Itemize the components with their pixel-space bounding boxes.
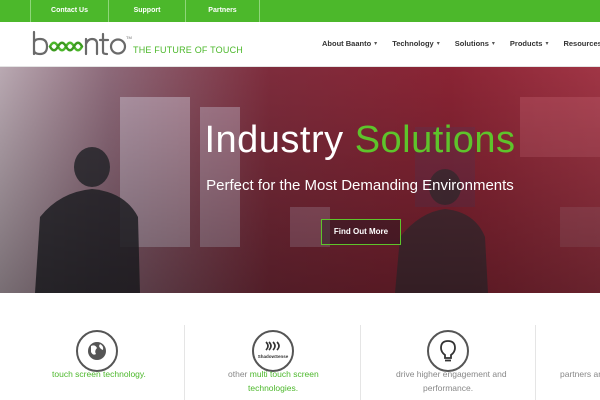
feature-link[interactable]: technologies.	[248, 381, 298, 395]
feature-divider	[535, 325, 536, 400]
hero-subtitle: Perfect for the Most Demanding Environme…	[206, 177, 514, 194]
feature-divider	[184, 325, 185, 400]
nav-item-label: Products	[509, 39, 543, 48]
nav-item-label: Resources	[563, 39, 600, 48]
globe-icon	[76, 330, 118, 372]
nav-item-products[interactable]: Products ▾	[510, 39, 549, 48]
site-header: baanto TM THE FUTURE OF TOUCH About Baan…	[0, 22, 600, 67]
lightbulb-icon	[427, 330, 469, 372]
hero-banner: Industry Solutions Perfect for the Most …	[0, 67, 600, 293]
feature-text: partners and	[560, 369, 600, 379]
find-out-more-button[interactable]: Find Out More	[321, 219, 401, 245]
tagline: THE FUTURE OF TOUCH	[133, 45, 243, 55]
feature-text: drive higher engagement and	[396, 369, 507, 379]
chevron-down-icon: ▾	[436, 41, 440, 47]
features-section: touch screen technology. ShadowSense oth…	[0, 293, 600, 400]
shadowsense-label: ShadowSense	[258, 354, 289, 359]
feature-link[interactable]: multi touch screen	[250, 369, 319, 379]
logo-trademark: TM	[126, 35, 132, 40]
nav-item-label: Technology	[392, 39, 434, 48]
chevron-down-icon: ▾	[545, 41, 549, 47]
feature-text: touch screen technology.	[52, 369, 146, 379]
main-nav: About Baanto ▾ Technology ▾ Solutions ▾ Pro…	[322, 39, 600, 48]
feature-divider	[360, 325, 361, 400]
hero-title-part2: Solutions	[354, 119, 516, 161]
contact-us-link[interactable]: Contact Us	[30, 0, 108, 22]
shadowsense-logo-icon: ShadowSense	[252, 330, 294, 372]
top-utility-bar: Contact Us Support Partners	[0, 0, 600, 22]
hero-title: Industry Solutions	[0, 119, 600, 162]
nav-item-resources[interactable]: Resources	[563, 39, 600, 48]
utility-links: Contact Us Support Partners	[30, 0, 260, 22]
nav-item-about[interactable]: About Baanto ▾	[322, 39, 377, 48]
nav-item-technology[interactable]: Technology ▾	[392, 39, 440, 48]
nav-item-label: About Baanto	[322, 39, 372, 48]
chevron-down-icon: ▾	[374, 41, 378, 47]
support-link[interactable]: Support	[108, 0, 185, 22]
feature-text-gray: other	[228, 369, 250, 379]
hero-title-part1: Industry	[204, 119, 344, 161]
partners-link[interactable]: Partners	[185, 0, 260, 22]
feature-text: performance.	[423, 383, 474, 393]
feature-text: other multi touch screen	[228, 367, 319, 381]
chevron-down-icon: ▾	[491, 41, 495, 47]
nav-item-solutions[interactable]: Solutions ▾	[455, 39, 495, 48]
nav-item-label: Solutions	[454, 39, 489, 48]
